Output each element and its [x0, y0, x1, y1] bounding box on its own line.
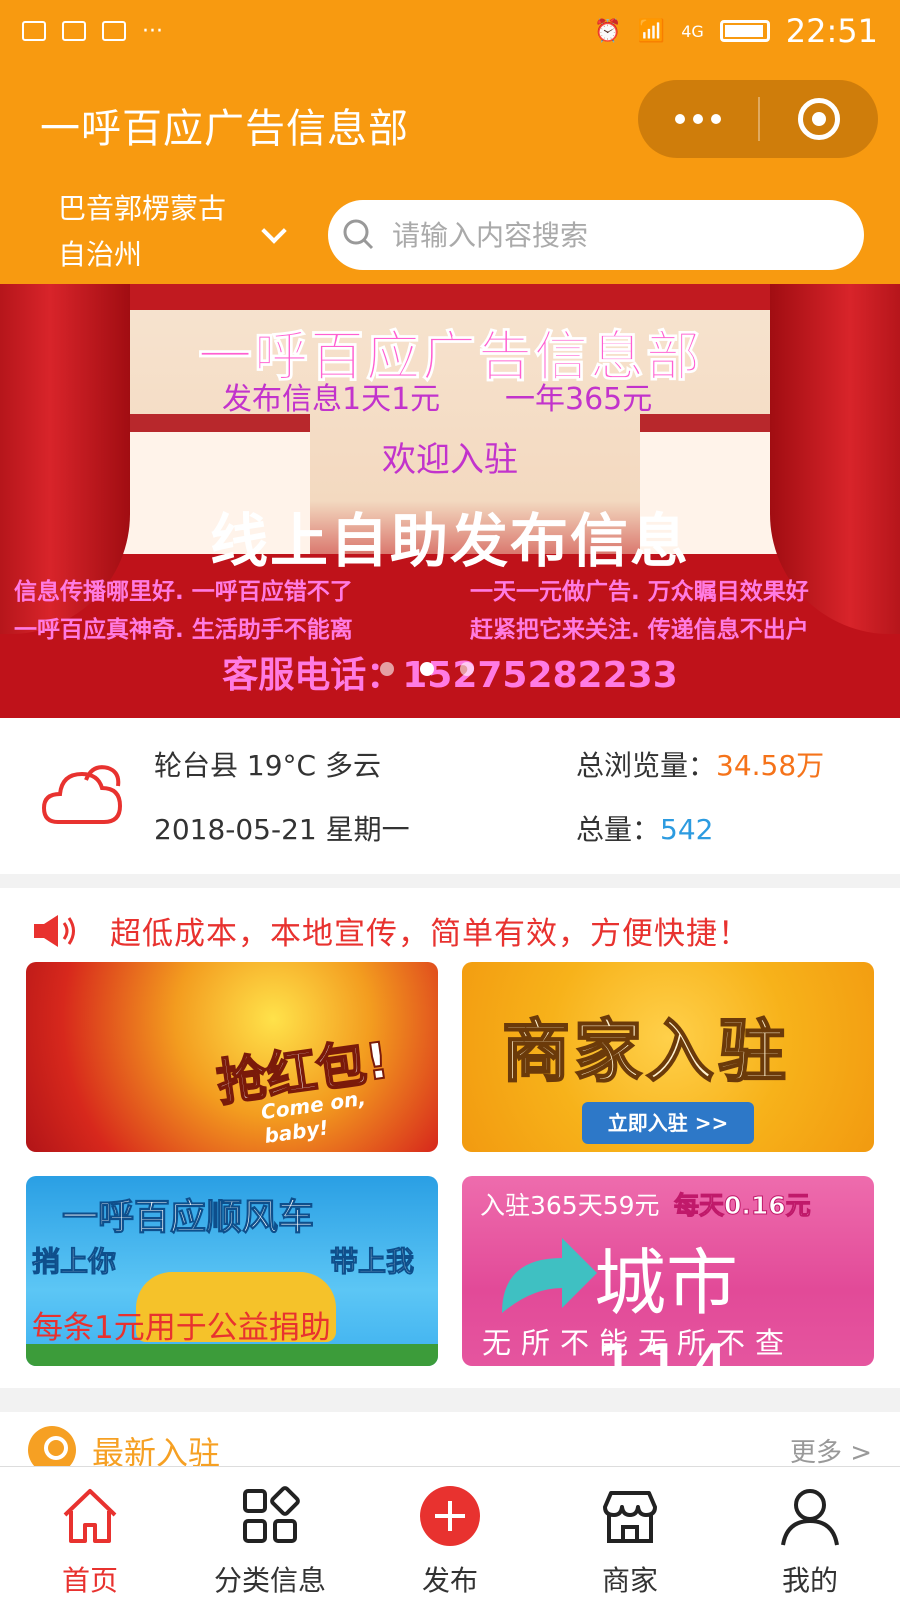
banner-headline: 线上自助发布信息 [209, 507, 690, 575]
carpool-right-text: 带上我 [329, 1245, 415, 1279]
city-114-card[interactable]: 入驻365天59元 每天0.16元 城市114 无所不能无所不查 [462, 1176, 874, 1366]
banner-price-year: 一年365元 [505, 382, 653, 417]
target-icon [798, 98, 840, 140]
image-notification-icon [22, 21, 46, 41]
banner-price-day: 发布信息1天1元 [222, 382, 441, 417]
banner-slogan: 赶紧把它来关注. 传递信息不出户 [470, 617, 809, 643]
chevron-down-icon[interactable] [261, 218, 287, 244]
grid-icon [243, 1486, 300, 1543]
total-views-stat: 总浏览量：34.58万 [576, 744, 824, 784]
merchant-join-card[interactable]: 商家入驻 立即入驻 >> [462, 962, 874, 1152]
city-114-daily-price: 每天0.16元 [674, 1191, 812, 1221]
home-icon [63, 1489, 117, 1543]
total-views-label: 总浏览量： [576, 749, 717, 782]
promo-section: 超低成本，本地宣传，简单有效，方便快捷！ 抢红包! Come on, baby!… [0, 888, 900, 1388]
carpool-card[interactable]: 一呼百应顺风车 捎上你 带上我 每条1元用于公益捐助 [26, 1176, 438, 1366]
tab-categories[interactable]: 分类信息 [180, 1467, 360, 1600]
message-notification-icon [62, 21, 86, 41]
tab-label: 商家 [601, 1564, 658, 1597]
carpool-left-text: 捎上你 [31, 1245, 117, 1279]
network-type: 4G [681, 21, 704, 41]
merchant-join-title: 商家入驻 [501, 1012, 791, 1093]
banner-slogan: 信息传播哪里好. 一呼百应错不了 [14, 579, 353, 605]
city-114-price: 入驻365天59元 [480, 1191, 660, 1220]
wifi-icon: 📶 [637, 18, 666, 44]
total-count-stat: 总量：542 [576, 808, 713, 848]
tab-label: 我的 [781, 1564, 838, 1597]
carousel-dot[interactable] [460, 662, 474, 676]
more-link[interactable]: 更多 > [790, 1432, 872, 1469]
tab-mine[interactable]: 我的 [720, 1467, 900, 1600]
promo-banner[interactable]: 一呼百应广告信息部 发布信息1天1元 一年365元 欢迎入驻 线上自助发布信息 … [0, 284, 900, 718]
more-notifications: ··· [142, 18, 163, 44]
tab-publish[interactable]: 发布 [360, 1467, 540, 1600]
banner-title: 一呼百应广告信息部 [198, 325, 702, 389]
bottom-tab-bar: 首页 分类信息 发布 商家 我的 [0, 1466, 900, 1600]
status-bar: ··· ⏰ 📶 4G 22:51 [0, 0, 900, 62]
total-count-label: 总量： [576, 813, 661, 846]
curtain-valance [0, 284, 900, 310]
red-packet-card[interactable]: 抢红包! Come on, baby! [26, 962, 438, 1152]
tab-label: 分类信息 [213, 1564, 326, 1597]
newest-section-header: 最新入驻 更多 > [0, 1412, 900, 1474]
banner-slogan: 一呼百应真神奇. 生活助手不能离 [14, 617, 353, 643]
cloud-icon [41, 765, 123, 824]
dot-icon [711, 114, 721, 124]
alarm-icon: ⏰ [594, 18, 622, 44]
tab-label: 首页 [61, 1564, 118, 1597]
carpool-title: 一呼百应顺风车 [61, 1197, 315, 1239]
search-bar[interactable] [328, 200, 864, 270]
tab-merchants[interactable]: 商家 [540, 1467, 720, 1600]
user-icon [781, 1489, 839, 1546]
clock: 22:51 [785, 12, 878, 50]
carpool-charity-note: 每条1元用于公益捐助 [32, 1310, 331, 1346]
carousel-dot[interactable] [380, 662, 394, 676]
city-114-slogan: 无所不能无所不查 [482, 1326, 795, 1360]
date-text: 2018-05-21 星期一 [154, 813, 410, 846]
battery-icon [719, 20, 770, 42]
region-selector[interactable]: 巴音郭楞蒙古自治州 [58, 186, 248, 278]
app-notification-icon [102, 21, 126, 41]
join-now-button[interactable]: 立即入驻 >> [582, 1102, 754, 1144]
notice-text: 超低成本，本地宣传，简单有效，方便快捷！ [110, 916, 750, 952]
mini-program-capsule [638, 80, 878, 158]
speaker-icon [34, 914, 75, 947]
banner-slogan: 一天一元做广告. 万众瞩目效果好 [470, 579, 809, 605]
close-mini-program-button[interactable] [760, 80, 878, 158]
plus-icon [420, 1486, 480, 1546]
tab-label: 发布 [421, 1564, 478, 1597]
more-menu-button[interactable] [638, 80, 758, 158]
carousel-indicator [380, 662, 474, 676]
page-title: 一呼百应广告信息部 [40, 106, 409, 152]
shop-icon [603, 1491, 657, 1543]
dot-icon [693, 114, 703, 124]
carousel-dot-active[interactable] [420, 662, 434, 676]
search-input[interactable] [392, 218, 832, 252]
grass-strip [26, 1344, 438, 1366]
arrow-icon [502, 1238, 597, 1313]
total-views-value: 34.58万 [716, 749, 825, 782]
search-icon [343, 219, 374, 250]
notice-bar: 超低成本，本地宣传，简单有效，方便快捷！ [32, 908, 750, 953]
weather-text: 轮台县 19°C 多云 [154, 749, 381, 782]
tab-home[interactable]: 首页 [0, 1467, 180, 1600]
app-screen: ··· ⏰ 📶 4G 22:51 一呼百应广告信息部 巴音郭楞蒙古自治州 请输入… [0, 0, 900, 1600]
total-count-value: 542 [660, 813, 714, 846]
dot-icon [675, 114, 685, 124]
info-panel: 轮台县 19°C 多云 2018-05-21 星期一 总浏览量：34.58万 总… [0, 718, 900, 874]
banner-welcome: 欢迎入驻 [382, 440, 518, 480]
app-header: 一呼百应广告信息部 巴音郭楞蒙古自治州 [0, 62, 900, 284]
